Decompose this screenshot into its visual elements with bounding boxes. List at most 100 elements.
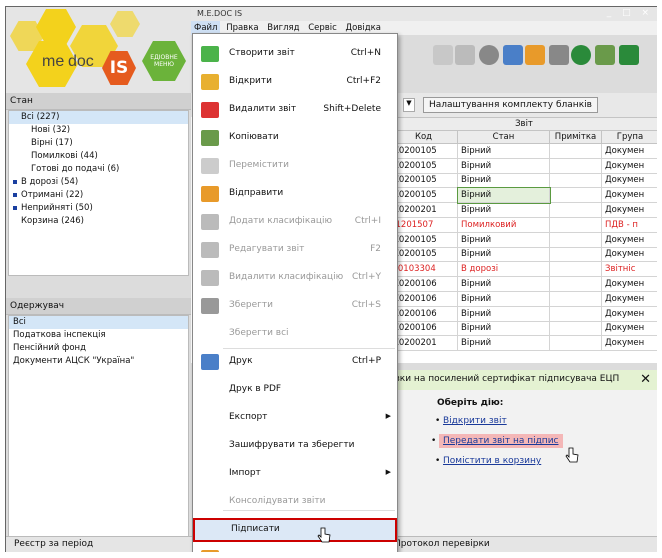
open-report-link[interactable]: Відкрити звіт [435, 416, 657, 426]
hand-cursor-icon [317, 527, 331, 543]
cell-code: Z0200201 [389, 202, 458, 218]
table-row[interactable]: Z0200105 Вірний Докумен [389, 246, 657, 263]
blank-set-settings-button[interactable]: Налаштування комплекту бланків [423, 97, 598, 113]
cell-note [549, 202, 602, 218]
cell-code: Z0200106 [389, 276, 458, 292]
table-row[interactable]: Z0200105 Вірний Докумен [389, 157, 657, 174]
menu-item-12[interactable]: Друк в PDF [193, 380, 397, 400]
cell-group: Докумен [601, 187, 657, 204]
menu-item-label: Перемістити [229, 160, 289, 170]
bullet-icon [13, 193, 17, 197]
tab-protocol[interactable]: Протокол перевірки [394, 539, 490, 549]
menu-item-5[interactable]: Відправити [193, 184, 397, 204]
state-item[interactable]: Готові до подачі (6) [9, 163, 188, 176]
table-row[interactable]: Z0200201 Вірний Докумен [389, 202, 657, 218]
menu-item-2[interactable]: Видалити звіт Shift+Delete [193, 100, 397, 120]
table-row[interactable]: Z0200106 Вірний Докумен [389, 305, 657, 322]
table-row[interactable]: Z0200105 Вірний Докумен [389, 186, 657, 204]
chevron-down-icon[interactable]: ▼ [403, 98, 415, 112]
recipient-item[interactable]: Всі [9, 316, 188, 329]
menu-item-6[interactable]: Додати класифікацію Ctrl+I [193, 212, 397, 232]
menu-item-label: Друк в PDF [229, 384, 282, 394]
menu-item-label: Імпорт [229, 468, 261, 478]
cell-note [549, 261, 602, 278]
cell-group: Докумен [601, 246, 657, 263]
state-item-label: Готові до подачі (6) [31, 164, 120, 174]
recipient-item[interactable]: Податкова інспекція [9, 329, 188, 342]
table-row[interactable]: Z0200105 Вірний Докумен [389, 172, 657, 189]
recipient-item[interactable]: Пенсійний фонд [9, 342, 188, 355]
send-envelope-icon[interactable] [525, 45, 545, 65]
col-state[interactable]: Стан [457, 130, 550, 144]
col-group[interactable]: Група [601, 130, 657, 144]
doc-x-icon[interactable] [455, 45, 475, 65]
menu-item-18[interactable]: Отримати повідомленняF9 [193, 548, 397, 552]
key-icon[interactable] [571, 45, 591, 65]
copy-icon [201, 130, 219, 146]
cell-group: Докумен [601, 172, 657, 189]
col-code[interactable]: Код [389, 130, 458, 144]
cell-note [549, 320, 602, 337]
send-for-signature-link[interactable]: Передати звіт на підпис [431, 434, 563, 448]
cell-group: Докумен [601, 157, 657, 174]
menu-item-9[interactable]: Зберегти Ctrl+S [193, 296, 397, 316]
delete-doc-icon[interactable] [433, 45, 453, 65]
state-item[interactable]: Всі (227) [9, 111, 188, 124]
print-icon [201, 354, 219, 370]
notification-title: зки на посилений сертифікат підписувача … [395, 374, 620, 384]
table-row[interactable]: Z0200201 Вірний Докумен [389, 335, 657, 352]
menu-item-17[interactable]: Підписати [193, 518, 397, 542]
cell-state: Вірний [457, 335, 550, 352]
archive-icon[interactable] [549, 45, 569, 65]
window-buttons[interactable]: _ □ × [607, 8, 653, 18]
menu-item-4[interactable]: Перемістити [193, 156, 397, 176]
move-to-trash-link[interactable]: Помістити в корзину [435, 456, 657, 466]
col-note[interactable]: Примітка [549, 130, 602, 144]
state-item-label: Вірні (17) [31, 138, 73, 148]
menu-item-8[interactable]: Видалити класифікацію Ctrl+Y [193, 268, 397, 288]
tab-registry[interactable]: Реєстр за період [14, 539, 93, 549]
menu-item-13[interactable]: Експорт ▶ [193, 408, 397, 428]
checklist-icon[interactable] [595, 45, 615, 65]
table-row[interactable]: Z0200106 Вірний Докумен [389, 276, 657, 292]
menu-item-16[interactable]: Консолідувати звіти [193, 492, 397, 512]
menu-item-0[interactable]: Створити звіт Ctrl+N [193, 44, 397, 64]
report-table: Звіт Код Стан Примітка Група Z0200105 Вір… [389, 117, 657, 352]
state-item[interactable]: Вірні (17) [9, 137, 188, 150]
state-item[interactable]: Отримані (22) [9, 189, 188, 202]
cell-code: Z0200106 [389, 305, 458, 322]
main-menu-button[interactable]: ЕДІОВНЕ МЕНЮ [142, 41, 186, 81]
table-row[interactable]: Z0200105 Вірний Докумен [389, 143, 657, 159]
menu-item-11[interactable]: Друк Ctrl+P [193, 352, 397, 372]
menu-item-label: Зберегти [229, 300, 273, 310]
menu-item-15[interactable]: Імпорт ▶ [193, 464, 397, 484]
cell-note [549, 290, 602, 307]
state-item[interactable]: Корзина (246) [9, 215, 188, 228]
save-disk-icon[interactable] [479, 45, 499, 65]
menu-item-7[interactable]: Редагувати звіт F2 [193, 240, 397, 260]
shield-check-icon[interactable] [619, 45, 639, 65]
print-icon[interactable] [503, 45, 523, 65]
cell-state: Вірний [457, 202, 550, 218]
menu-item-3[interactable]: Копіювати [193, 128, 397, 148]
menu-item-1[interactable]: Відкрити Ctrl+F2 [193, 72, 397, 92]
state-item[interactable]: Неприйняті (50) [9, 202, 188, 215]
menu-item-shortcut: Ctrl+N [350, 48, 381, 58]
close-icon[interactable]: ✕ [640, 372, 651, 387]
menu-item-label: Друк [229, 356, 253, 366]
state-item[interactable]: Помилкові (44) [9, 150, 188, 163]
table-row[interactable]: Z0200105 Вірний Докумен [389, 231, 657, 248]
menu-item-10[interactable]: Зберегти всі [193, 324, 397, 344]
recipient-item[interactable]: Документи АЦСК "Україна" [9, 355, 188, 368]
state-item[interactable]: Нові (32) [9, 124, 188, 137]
cell-note [549, 157, 602, 174]
move-icon [201, 158, 219, 174]
cell-note [549, 276, 602, 292]
state-item[interactable]: В дорозі (54) [9, 176, 188, 189]
menu-item-14[interactable]: Зашифрувати та зберегти [193, 436, 397, 456]
table-row[interactable]: J1201507 Помилковий ПДВ - п [389, 216, 657, 233]
send-icon [201, 186, 219, 202]
table-row[interactable]: Z0200106 Вірний Докумен [389, 320, 657, 337]
table-row[interactable]: Z0200106 Вірний Докумен [389, 290, 657, 307]
table-row[interactable]: F0103304 В дорозі Звітніс [389, 261, 657, 278]
